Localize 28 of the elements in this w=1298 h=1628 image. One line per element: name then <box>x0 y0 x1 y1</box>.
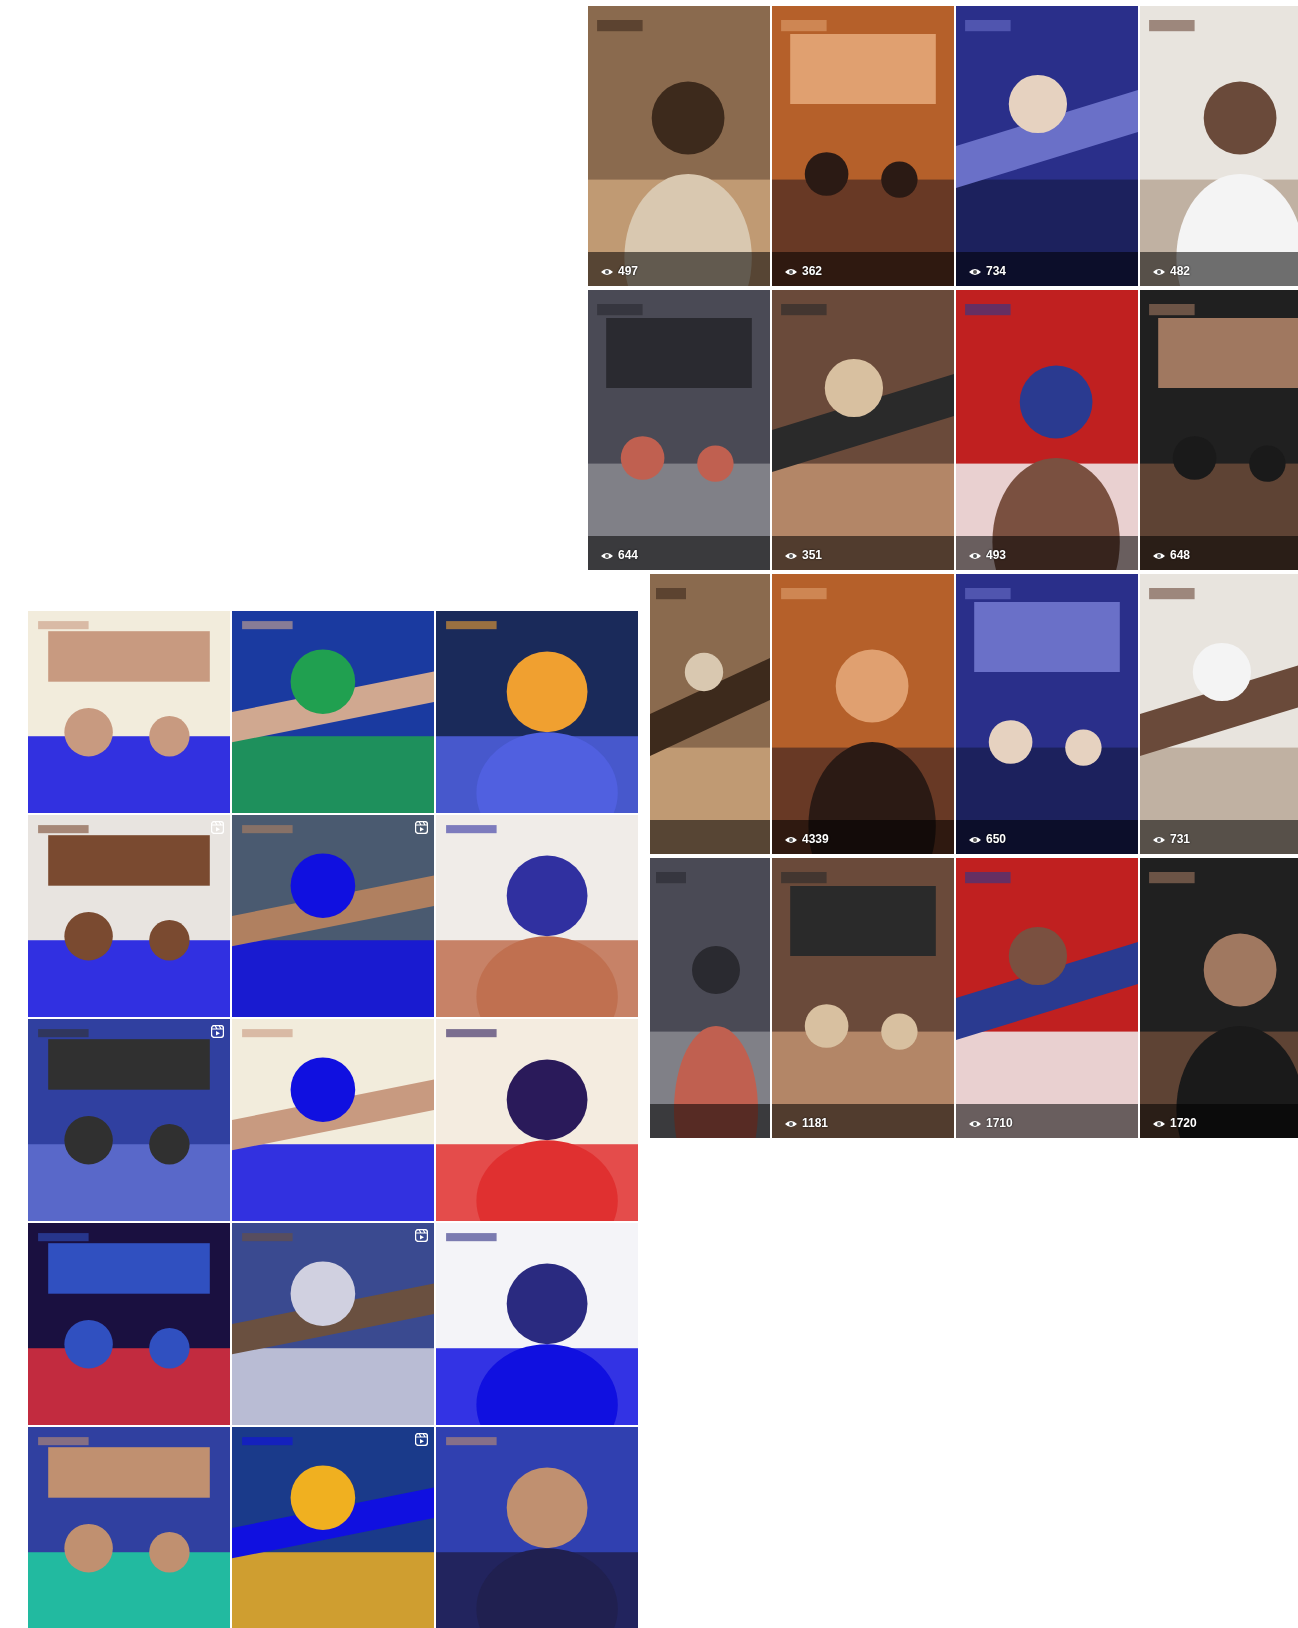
eye-icon <box>1152 267 1166 277</box>
eye-icon <box>784 267 798 277</box>
view-count: 362 <box>802 264 823 278</box>
eye-icon <box>968 1119 982 1129</box>
eye-icon <box>784 835 798 845</box>
eye-icon <box>784 1119 798 1129</box>
view-count: 648 <box>1170 548 1191 562</box>
view-count: 4339 <box>802 832 829 846</box>
eye-icon <box>968 267 982 277</box>
view-count: 1710 <box>986 1116 1013 1130</box>
view-count: 650 <box>986 832 1007 846</box>
eye-icon <box>600 551 614 561</box>
eye-icon <box>968 551 982 561</box>
eye-icon <box>784 551 798 561</box>
view-count: 731 <box>1170 832 1191 846</box>
eye-icon <box>1152 1119 1166 1129</box>
view-count: 497 <box>618 264 639 278</box>
eye-icon <box>600 267 614 277</box>
view-count: 1720 <box>1170 1116 1197 1130</box>
view-count: 493 <box>986 548 1007 562</box>
eye-icon <box>1152 835 1166 845</box>
view-count: 1181 <box>802 1116 829 1130</box>
view-count: 351 <box>802 548 823 562</box>
view-count: 734 <box>986 264 1007 278</box>
eye-icon <box>968 835 982 845</box>
view-count: 644 <box>618 548 639 562</box>
view-count: 482 <box>1170 264 1191 278</box>
eye-icon <box>1152 551 1166 561</box>
